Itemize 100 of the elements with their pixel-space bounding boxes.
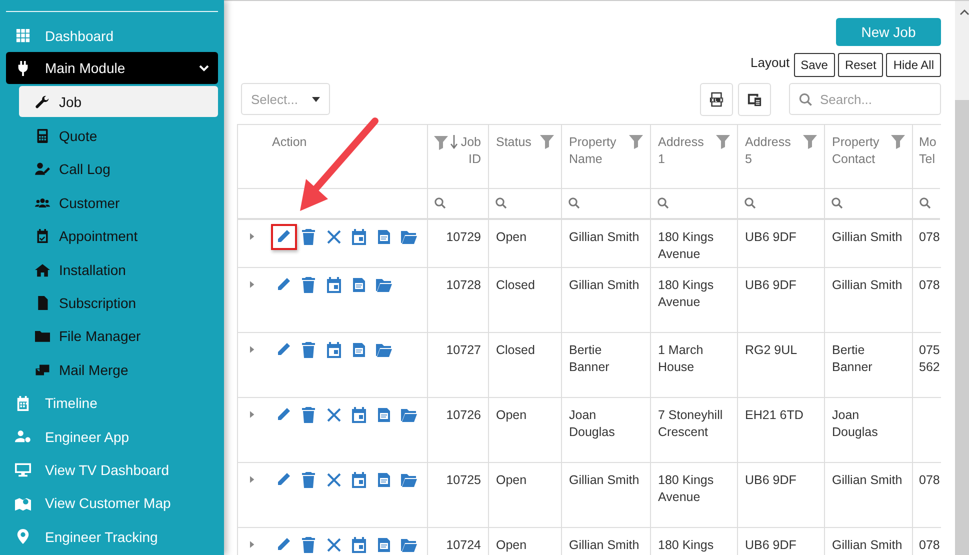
column-header[interactable]: Address 5 — [745, 134, 800, 168]
sidebar-subitem[interactable]: Call Log — [19, 152, 218, 186]
scrollbar[interactable] — [955, 1, 969, 555]
search-icon[interactable] — [919, 197, 931, 209]
calendar-button[interactable] — [351, 229, 367, 245]
delete-button[interactable] — [301, 342, 317, 358]
table-cell: 10724 — [446, 538, 481, 552]
sidebar-item[interactable]: View TV Dashboard — [6, 453, 218, 487]
cancel-button[interactable] — [326, 407, 342, 423]
delete-button[interactable] — [301, 537, 317, 553]
filter-icon[interactable] — [803, 135, 817, 149]
select-dropdown[interactable]: Select... — [241, 83, 330, 115]
column-chooser-button[interactable] — [738, 82, 771, 116]
edit-button[interactable] — [276, 537, 292, 553]
folder-button[interactable] — [376, 277, 392, 293]
delete-button[interactable] — [301, 407, 317, 423]
calendar-button[interactable] — [326, 342, 342, 358]
folder-icon — [401, 407, 417, 423]
filter-icon[interactable] — [629, 135, 643, 149]
filter-icon[interactable] — [716, 135, 730, 149]
sidebar-item[interactable]: Engineer Tracking — [6, 520, 218, 554]
scrollbar-thumb[interactable] — [955, 100, 969, 555]
sidebar-item[interactable]: Engineer App — [6, 420, 218, 454]
calendar-icon — [326, 342, 342, 358]
layout-button[interactable]: Hide All — [886, 53, 941, 77]
search-field[interactable]: Search... — [789, 83, 941, 115]
layout-button[interactable]: Save — [794, 53, 835, 77]
folder-button[interactable] — [401, 229, 417, 245]
calendar-button[interactable] — [326, 277, 342, 293]
pdf-button[interactable] — [376, 229, 392, 245]
edit-button[interactable] — [276, 472, 292, 488]
column-header[interactable]: Address 1 — [658, 134, 713, 168]
excel-export-button[interactable] — [700, 82, 733, 116]
sidebar-subitem[interactable]: Customer — [19, 186, 218, 220]
calendar-button[interactable] — [351, 537, 367, 553]
delete-button[interactable] — [301, 277, 317, 293]
sidebar-subitem[interactable]: Job — [19, 86, 218, 118]
folder-button[interactable] — [376, 342, 392, 358]
filter-icon[interactable] — [434, 136, 448, 150]
folder-icon — [401, 537, 417, 553]
caret-icon[interactable] — [250, 476, 255, 483]
sidebar-subitem[interactable]: Mail Merge — [19, 353, 218, 387]
cancel-button[interactable] — [326, 229, 342, 245]
edit-button[interactable] — [276, 407, 292, 423]
sidebar-subitem[interactable]: Subscription — [19, 286, 218, 320]
calendar-button[interactable] — [351, 407, 367, 423]
sidebar-subitem[interactable]: Installation — [19, 252, 218, 286]
sidebar-item[interactable]: Main Module — [6, 52, 218, 84]
pdf-button[interactable] — [351, 342, 367, 358]
table-cell: Open — [496, 230, 527, 244]
sidebar-item[interactable]: View Customer Map — [6, 486, 218, 520]
edit-button[interactable] — [276, 229, 292, 245]
sidebar-subitem[interactable]: Appointment — [19, 220, 218, 253]
layout-button[interactable]: Reset — [838, 53, 884, 77]
column-header[interactable]: Property Name — [569, 134, 626, 168]
calendar-icon — [351, 229, 367, 245]
caret-icon[interactable] — [250, 541, 255, 548]
table-cell: Gillian Smith — [569, 278, 640, 292]
caret-icon[interactable] — [250, 281, 255, 288]
delete-button[interactable] — [301, 229, 317, 245]
table-cell: Gillian Smith — [832, 473, 902, 487]
calendar-icon — [351, 407, 367, 423]
column-header[interactable]: Property Contact — [832, 134, 888, 168]
caret-icon[interactable] — [250, 411, 255, 418]
search-icon[interactable] — [434, 197, 446, 209]
table-cell: 10725 — [446, 473, 481, 487]
sidebar-subitem[interactable]: File Manager — [19, 320, 218, 354]
new-job-button[interactable]: New Job — [836, 18, 941, 46]
search-icon[interactable] — [831, 197, 843, 209]
calendar-check-icon — [35, 229, 50, 244]
sidebar-item[interactable]: Dashboard — [6, 19, 218, 52]
filter-icon[interactable] — [891, 135, 905, 149]
pdf-button[interactable] — [376, 537, 392, 553]
cancel-button[interactable] — [326, 537, 342, 553]
folder-button[interactable] — [401, 407, 417, 423]
pdf-button[interactable] — [376, 472, 392, 488]
edit-button[interactable] — [276, 277, 292, 293]
search-icon[interactable] — [744, 197, 756, 209]
sidebar-subitem[interactable]: Quote — [19, 119, 218, 153]
search-icon[interactable] — [568, 197, 580, 209]
pdf-button[interactable] — [351, 277, 367, 293]
sidebar-item[interactable]: Timeline — [6, 386, 218, 420]
column-header[interactable]: Job ID — [460, 134, 481, 168]
pdf-button[interactable] — [376, 407, 392, 423]
search-icon[interactable] — [495, 197, 507, 209]
caret-icon[interactable] — [250, 233, 255, 240]
filter-icon[interactable] — [540, 135, 554, 149]
caret-icon[interactable] — [250, 346, 255, 353]
folder-button[interactable] — [401, 537, 417, 553]
delete-button[interactable] — [301, 472, 317, 488]
user-gear-icon — [15, 429, 31, 444]
folder-button[interactable] — [401, 472, 417, 488]
scroll-up-icon[interactable] — [960, 9, 968, 15]
monitor-icon — [15, 462, 31, 478]
cancel-button[interactable] — [326, 472, 342, 488]
column-header[interactable]: Mo Tel — [919, 134, 940, 168]
search-icon[interactable] — [657, 197, 669, 209]
calendar-button[interactable] — [351, 472, 367, 488]
edit-button[interactable] — [276, 342, 292, 358]
column-header[interactable]: Status — [496, 134, 532, 151]
